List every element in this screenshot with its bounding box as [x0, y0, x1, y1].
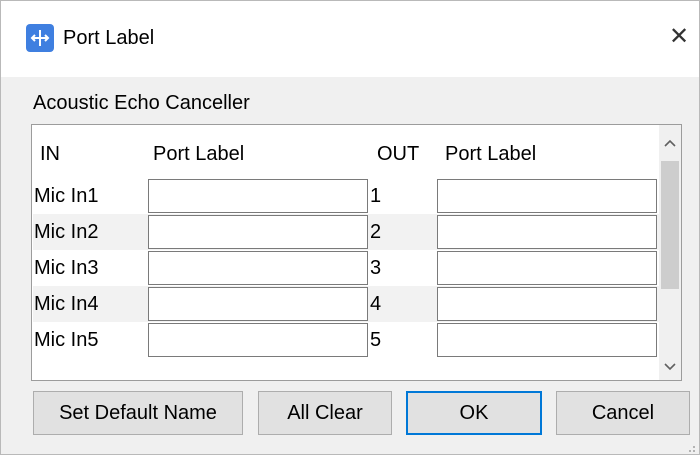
row-out-number: 4 — [370, 293, 382, 315]
group-label: Acoustic Echo Canceller — [33, 92, 250, 114]
chevron-down-icon[interactable] — [659, 353, 681, 379]
in-port-label-field[interactable] — [148, 179, 368, 213]
resize-grip-icon[interactable] — [684, 440, 696, 452]
app-icon — [26, 24, 54, 52]
header-out-port-label: Port Label — [445, 143, 537, 165]
row-out-number: 5 — [370, 329, 382, 351]
row-in-name: Mic In2 — [34, 221, 99, 243]
title-bar: Port Label ✕ — [1, 1, 699, 77]
chevron-up-icon[interactable] — [659, 129, 681, 155]
row-out-number: 1 — [370, 185, 382, 207]
header-in: IN — [40, 143, 60, 165]
ok-button[interactable]: OK — [406, 391, 542, 435]
out-port-label-field[interactable] — [437, 323, 657, 357]
cancel-button[interactable]: Cancel — [556, 391, 690, 435]
header-out: OUT — [377, 143, 420, 165]
set-default-name-button[interactable]: Set Default Name — [33, 391, 243, 435]
close-icon[interactable]: ✕ — [665, 23, 693, 51]
row-in-name: Mic In1 — [34, 185, 99, 207]
out-port-label-field[interactable] — [437, 179, 657, 213]
table-scrollbar[interactable] — [659, 125, 681, 380]
in-port-label-field[interactable] — [148, 323, 368, 357]
out-port-label-field[interactable] — [437, 251, 657, 285]
row-in-name: Mic In4 — [34, 293, 99, 315]
window-title: Port Label — [63, 27, 155, 49]
out-port-label-field[interactable] — [437, 215, 657, 249]
in-port-label-field[interactable] — [148, 215, 368, 249]
all-clear-button[interactable]: All Clear — [258, 391, 392, 435]
row-in-name: Mic In5 — [34, 329, 99, 351]
row-in-name: Mic In3 — [34, 257, 99, 279]
scrollbar-thumb[interactable] — [661, 161, 679, 289]
row-out-number: 2 — [370, 221, 382, 243]
row-out-number: 3 — [370, 257, 382, 279]
header-in-port-label: Port Label — [153, 143, 245, 165]
out-port-label-field[interactable] — [437, 287, 657, 321]
in-port-label-field[interactable] — [148, 287, 368, 321]
in-port-label-field[interactable] — [148, 251, 368, 285]
